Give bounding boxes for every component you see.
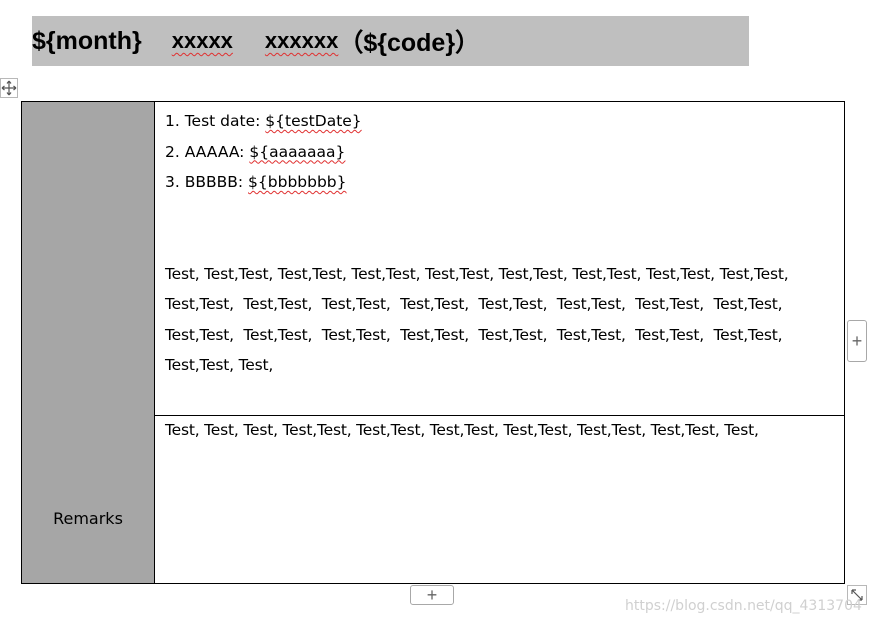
- table-label-cell[interactable]: [22, 102, 155, 415]
- table-move-handle-icon[interactable]: [0, 78, 18, 98]
- test-line: Test,Test, Test,Test, Test,Test, Test,Te…: [165, 295, 783, 313]
- document-title: ${month} xxxxx xxxxxx （${code}）: [32, 16, 749, 66]
- title-x1: xxxxx: [171, 28, 233, 53]
- table-content-cell[interactable]: 1. Test date: ${testDate} 2. AAAAA: ${aa…: [155, 102, 844, 415]
- document-page: ${month} xxxxx xxxxxx （${code}） 1. Test …: [0, 0, 880, 625]
- aaaaa-line: 2. AAAAA: ${aaaaaaa}: [165, 142, 346, 161]
- remarks-label: Remarks: [53, 509, 123, 528]
- title-x2: xxxxxx: [264, 28, 339, 53]
- table-row: Remarks Test, Test, Test, Test,Test, Tes…: [22, 415, 844, 583]
- test-paragraph: Test, Test,Test, Test,Test, Test,Test, T…: [165, 259, 844, 381]
- watermark: https://blog.csdn.net/qq_4313704: [625, 598, 862, 614]
- remarks-content-cell[interactable]: Test, Test, Test, Test,Test, Test,Test, …: [155, 415, 844, 583]
- bbbbb-field: ${bbbbbbb}: [248, 173, 347, 191]
- test-date-field: ${testDate}: [265, 112, 362, 130]
- add-column-button[interactable]: +: [847, 320, 867, 362]
- remarks-text: Test, Test, Test, Test,Test, Test,Test, …: [165, 421, 759, 439]
- test-line: Test,Test, Test,: [165, 356, 274, 374]
- remarks-label-cell[interactable]: Remarks: [22, 415, 155, 583]
- add-row-button[interactable]: +: [410, 585, 454, 605]
- aaaaa-field: ${aaaaaaa}: [249, 142, 346, 161]
- document-table: 1. Test date: ${testDate} 2. AAAAA: ${aa…: [21, 101, 845, 584]
- test-line: Test,Test, Test,Test, Test,Test, Test,Te…: [165, 325, 783, 344]
- test-line: Test, Test,Test, Test,Test, Test,Test, T…: [165, 264, 789, 283]
- title-code-field: （${code}）: [338, 29, 481, 57]
- title-month-field: ${month}: [32, 26, 142, 55]
- table-row: 1. Test date: ${testDate} 2. AAAAA: ${aa…: [22, 102, 844, 416]
- bbbbb-line: 3. BBBBB: ${bbbbbbb}: [165, 173, 347, 191]
- test-date-line: 1. Test date: ${testDate}: [165, 112, 362, 130]
